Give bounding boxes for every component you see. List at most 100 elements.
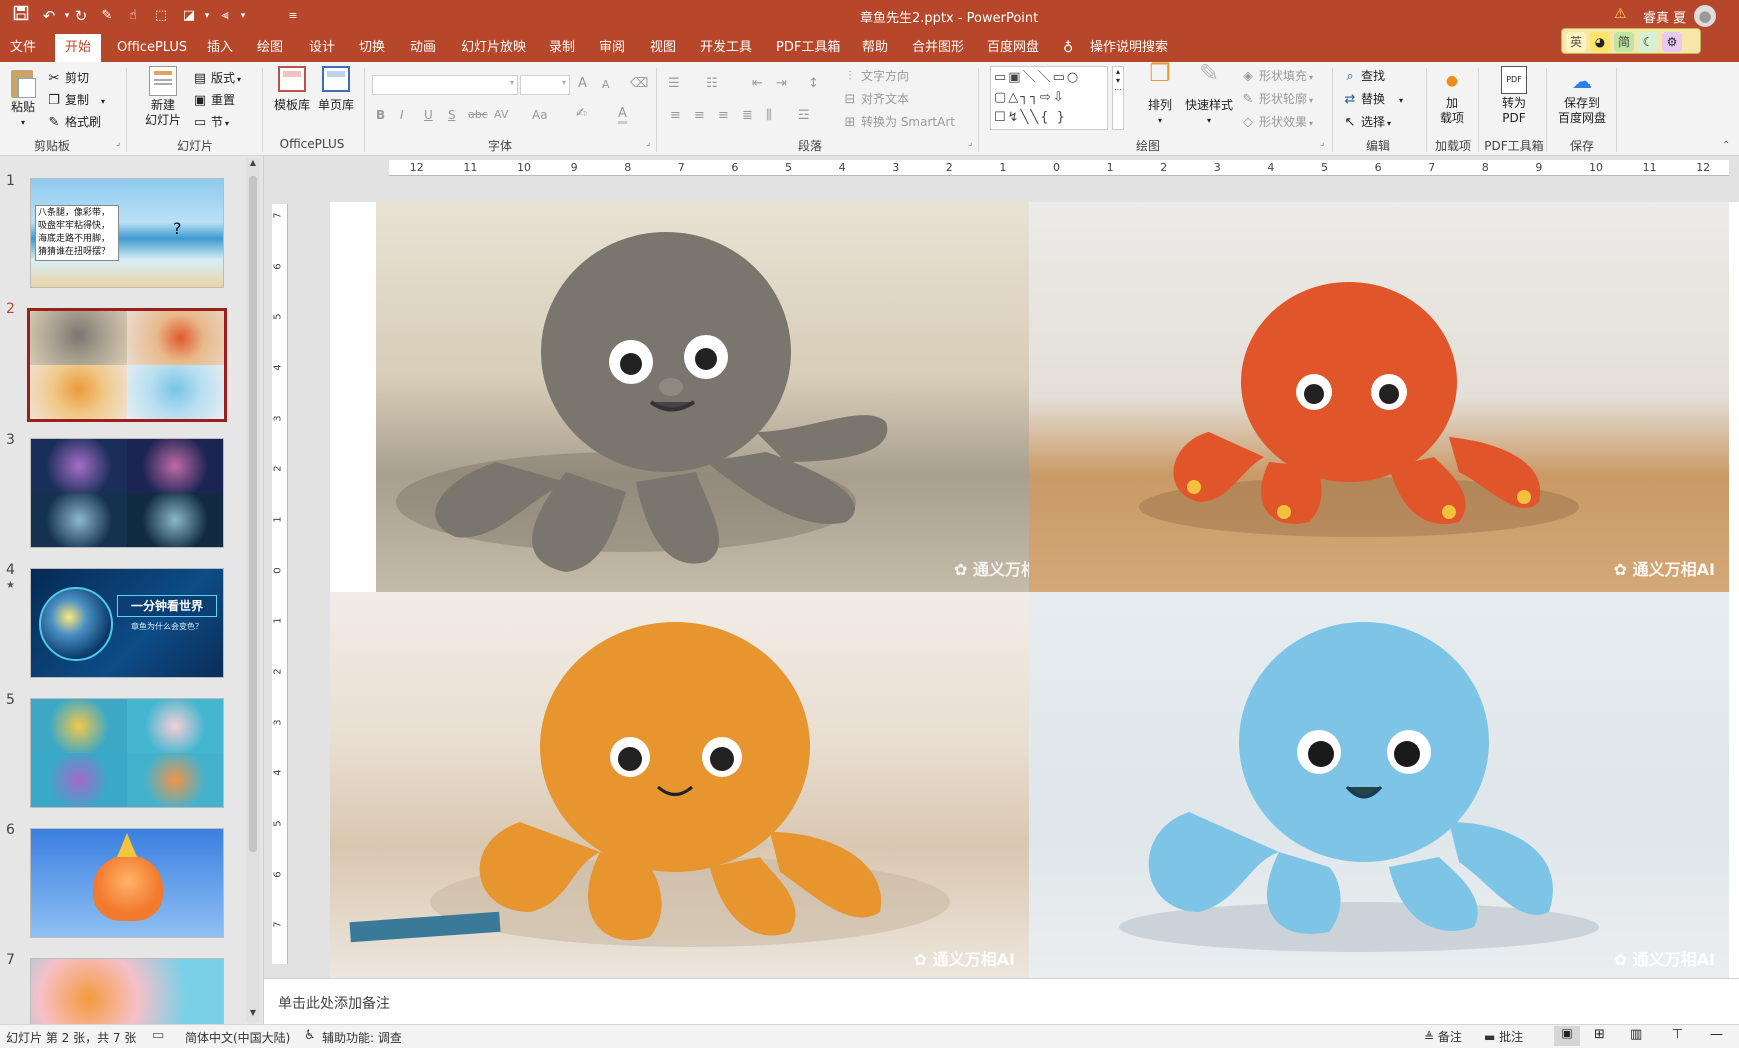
tab-home[interactable]: 开始 (55, 34, 102, 62)
reset-button[interactable]: ▣ 重置 (192, 90, 235, 110)
tab-developer[interactable]: 开发工具 (700, 37, 752, 59)
image-orange-plush-octopus[interactable]: ✿ 通义万相AI (330, 592, 1029, 978)
tab-animations[interactable]: 动画 (410, 37, 436, 59)
tab-pdf-toolbox[interactable]: PDF工具箱 (776, 37, 840, 59)
smartart-button[interactable]: ⊞ 转换为 SmartArt (842, 112, 955, 132)
tab-file[interactable]: 文件 (10, 37, 36, 59)
tab-draw[interactable]: 绘图 (257, 37, 283, 59)
tell-me-search[interactable]: 操作说明搜索 (1090, 37, 1168, 59)
language-indicator[interactable]: 简体中文(中国大陆) (185, 1029, 290, 1046)
shadow-button[interactable]: S (448, 108, 456, 122)
clear-format-icon[interactable]: ⌫ (630, 76, 648, 91)
justify-icon[interactable]: ≣ (742, 108, 753, 123)
more-icon[interactable]: ≡ (282, 5, 304, 27)
align-left-icon[interactable]: ≡ (670, 108, 681, 123)
image-blue-toy-octopus[interactable]: ✿ 通义万相AI (1029, 592, 1729, 978)
format-painter-button[interactable]: ✎ 格式刷 (46, 112, 101, 132)
normal-view-icon[interactable]: ▣ (1554, 1026, 1580, 1046)
find-button[interactable]: ⌕ 查找 (1342, 66, 1385, 86)
slide-sorter-icon[interactable]: ⊞ (1594, 1027, 1605, 1042)
dialog-launcher-icon[interactable]: ⌟ (1320, 138, 1324, 148)
tab-design[interactable]: 设计 (309, 37, 335, 59)
paste-button[interactable]: 粘贴 ▾ (6, 66, 40, 130)
shape-outline-button[interactable]: ✎ 形状轮廓 ▾ (1240, 89, 1313, 109)
addins-button[interactable]: ● 加 载项 (1432, 66, 1472, 126)
slide-thumbnail-7[interactable] (30, 958, 224, 1026)
replace-button[interactable]: ⇄ 替换 ▾ (1342, 89, 1403, 109)
columns-icon[interactable]: ⫼ (766, 108, 772, 123)
collapse-ribbon-icon[interactable]: ⌃ (1722, 140, 1730, 151)
touch-icon[interactable]: ☝ (122, 5, 144, 27)
section-button[interactable]: ▭ 节 ▾ (192, 112, 229, 132)
align-center-icon[interactable]: ≡ (694, 108, 705, 123)
distributed-icon[interactable]: ☲ (798, 108, 810, 123)
tab-baidu-netdisk[interactable]: 百度网盘 (987, 37, 1039, 59)
format-painter-icon[interactable]: ✎ (96, 5, 118, 27)
tab-transitions[interactable]: 切换 (359, 37, 385, 59)
layout-button[interactable]: ▤ 版式 ▾ (192, 68, 241, 88)
slide-thumbnail-4[interactable]: 一分钟看世界 章鱼为什么会变色？ (30, 568, 224, 678)
quick-styles-button[interactable]: ✎ 快速样式 ▾ (1182, 61, 1236, 128)
font-size-box[interactable]: ▾ (520, 75, 570, 95)
tab-record[interactable]: 录制 (549, 37, 575, 59)
save-icon[interactable] (10, 5, 32, 27)
align-right-icon[interactable]: ≡ (718, 108, 729, 123)
shapes-gallery[interactable]: ▭▣＼＼▭○ ▢△┐┐⇨⇩ ☐↯╲╲{ } (990, 66, 1108, 130)
dialog-launcher-icon[interactable]: ⌟ (968, 138, 972, 148)
user-name[interactable]: 睿真 夏 (1643, 7, 1686, 26)
gallery-scroll[interactable]: ▴ ▾ ⋯ (1112, 66, 1124, 130)
scroll-down-icon[interactable]: ▼ (246, 1008, 260, 1022)
ime-en-badge[interactable]: 英 (1566, 32, 1586, 52)
scrollbar-thumb[interactable] (249, 176, 257, 852)
slide-thumbnail-1[interactable]: 八条腿，像彩带， 吸盘牢牢粘得快， 海底走路不用脚， 猜猜谁在扭呀摆？ ? (30, 178, 224, 288)
tab-insert[interactable]: 插入 (207, 37, 233, 59)
slide-counter[interactable]: 幻灯片 第 2 张，共 7 张 (6, 1029, 136, 1046)
spellcheck-icon[interactable]: ▭ (152, 1028, 164, 1043)
change-case-button[interactable]: Aa (532, 108, 548, 122)
tab-view[interactable]: 视图 (650, 37, 676, 59)
slide-thumbnail-3[interactable] (30, 438, 224, 548)
comments-button[interactable]: ▬ 批注 (1484, 1028, 1523, 1045)
bullets-icon[interactable]: ☰ (668, 76, 680, 91)
slide-thumbnail-5[interactable] (30, 698, 224, 808)
reading-view-icon[interactable]: ▥ (1630, 1027, 1642, 1042)
tab-review[interactable]: 审阅 (599, 37, 625, 59)
decrease-indent-icon[interactable]: ⇤ (752, 76, 763, 91)
line-spacing-icon[interactable]: ↕ (808, 76, 819, 91)
italic-button[interactable]: I (400, 108, 404, 122)
single-page-library-button[interactable]: 单页库 (314, 66, 358, 113)
moon-icon[interactable]: ☾ (1638, 32, 1658, 52)
tab-slideshow[interactable]: 幻灯片放映 (461, 37, 526, 59)
underline-button[interactable]: U (424, 108, 433, 122)
ime-toolbar[interactable]: 英 ◕ 简 ☾ ⚙ (1561, 28, 1701, 54)
template-library-button[interactable]: 模板库 (270, 66, 314, 113)
text-direction-button[interactable]: ⫶ 文字方向 (842, 66, 909, 86)
tab-officeplus[interactable]: OfficePLUS (117, 37, 187, 59)
tab-help[interactable]: 帮助 (862, 37, 888, 59)
char-spacing-button[interactable]: AV (494, 108, 508, 121)
settings-icon[interactable]: ⚙ (1662, 32, 1682, 52)
new-slide-button[interactable]: 新建 幻灯片 (140, 66, 186, 128)
slide-thumbnail-2-selected[interactable] (27, 308, 227, 422)
font-color-button[interactable]: A (618, 106, 627, 124)
avatar[interactable]: ● (1694, 5, 1716, 27)
select-button[interactable]: ↖ 选择 ▾ (1342, 112, 1391, 132)
slide-thumbnail-6[interactable] (30, 828, 224, 938)
align-dropdown-icon[interactable]: ▾ (232, 5, 254, 27)
save-to-baidu-button[interactable]: ☁ 保存到 百度网盘 (1552, 66, 1612, 126)
strikethrough-button[interactable]: abc (468, 108, 488, 121)
tab-merge-shapes[interactable]: 合并图形 (912, 37, 964, 59)
font-name-box[interactable]: ▾ (372, 75, 518, 95)
notes-pane[interactable]: 单击此处添加备注 (264, 978, 1739, 1024)
notes-toggle-button[interactable]: ≜ 备注 (1424, 1028, 1462, 1045)
highlight-icon[interactable]: ✍ (576, 106, 587, 121)
slideshow-icon[interactable]: ⊤ (1672, 1027, 1683, 1042)
copy-button[interactable]: ❐ 复制 ▾ (46, 90, 105, 110)
align-text-button[interactable]: ⊟ 对齐文本 (842, 89, 909, 109)
dialog-launcher-icon[interactable]: ⌟ (646, 138, 650, 148)
to-pdf-button[interactable]: PDF 转为 PDF (1488, 66, 1540, 126)
image-red-toy-octopus[interactable]: ✿ 通义万相AI (1029, 202, 1729, 592)
select-icon[interactable]: ⬚ (150, 5, 172, 27)
shape-fill-button[interactable]: ◈ 形状填充 ▾ (1240, 66, 1313, 86)
shrink-font-button[interactable]: A (602, 78, 610, 91)
